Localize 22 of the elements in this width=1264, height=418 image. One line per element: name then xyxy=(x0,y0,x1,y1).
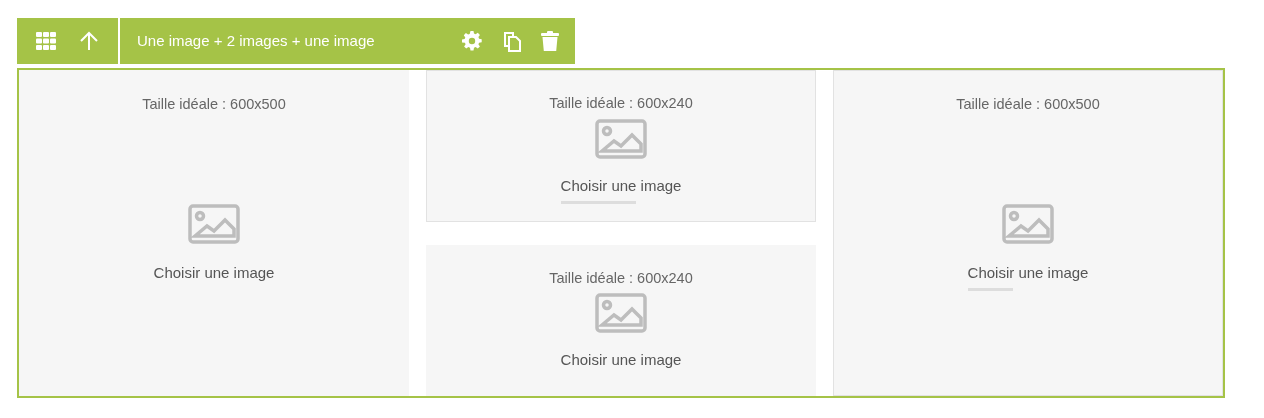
block-title: Une image + 2 images + une image xyxy=(137,30,376,51)
trash-icon[interactable] xyxy=(541,30,559,52)
image-placeholder-icon xyxy=(188,203,240,244)
image-slot[interactable]: Taille idéale : 600x240 Choisir une image xyxy=(426,244,816,396)
grid-icon[interactable] xyxy=(36,32,57,50)
arrow-up-icon[interactable] xyxy=(78,31,99,51)
settings-icon[interactable] xyxy=(462,31,482,51)
choose-image-link[interactable]: Choisir une image xyxy=(153,261,275,292)
image-slot[interactable]: Taille idéale : 600x500 Choisir une image xyxy=(19,70,409,396)
copy-icon[interactable] xyxy=(503,30,521,52)
choose-image-link[interactable]: Choisir une image xyxy=(967,261,1089,292)
size-hint: Taille idéale : 600x500 xyxy=(142,95,286,114)
image-placeholder-icon xyxy=(595,293,647,334)
choose-image-link[interactable]: Choisir une image xyxy=(560,349,682,379)
image-placeholder-icon xyxy=(1002,203,1054,244)
size-hint: Taille idéale : 600x500 xyxy=(956,95,1100,114)
size-hint: Taille idéale : 600x240 xyxy=(549,268,693,288)
image-slot[interactable]: Taille idéale : 600x500 Choisir une image xyxy=(833,70,1223,396)
size-hint: Taille idéale : 600x240 xyxy=(549,94,693,113)
image-placeholder-icon xyxy=(595,118,647,159)
choose-image-link[interactable]: Choisir une image xyxy=(560,174,682,205)
image-slot[interactable]: Taille idéale : 600x240 Choisir une image xyxy=(426,70,816,222)
